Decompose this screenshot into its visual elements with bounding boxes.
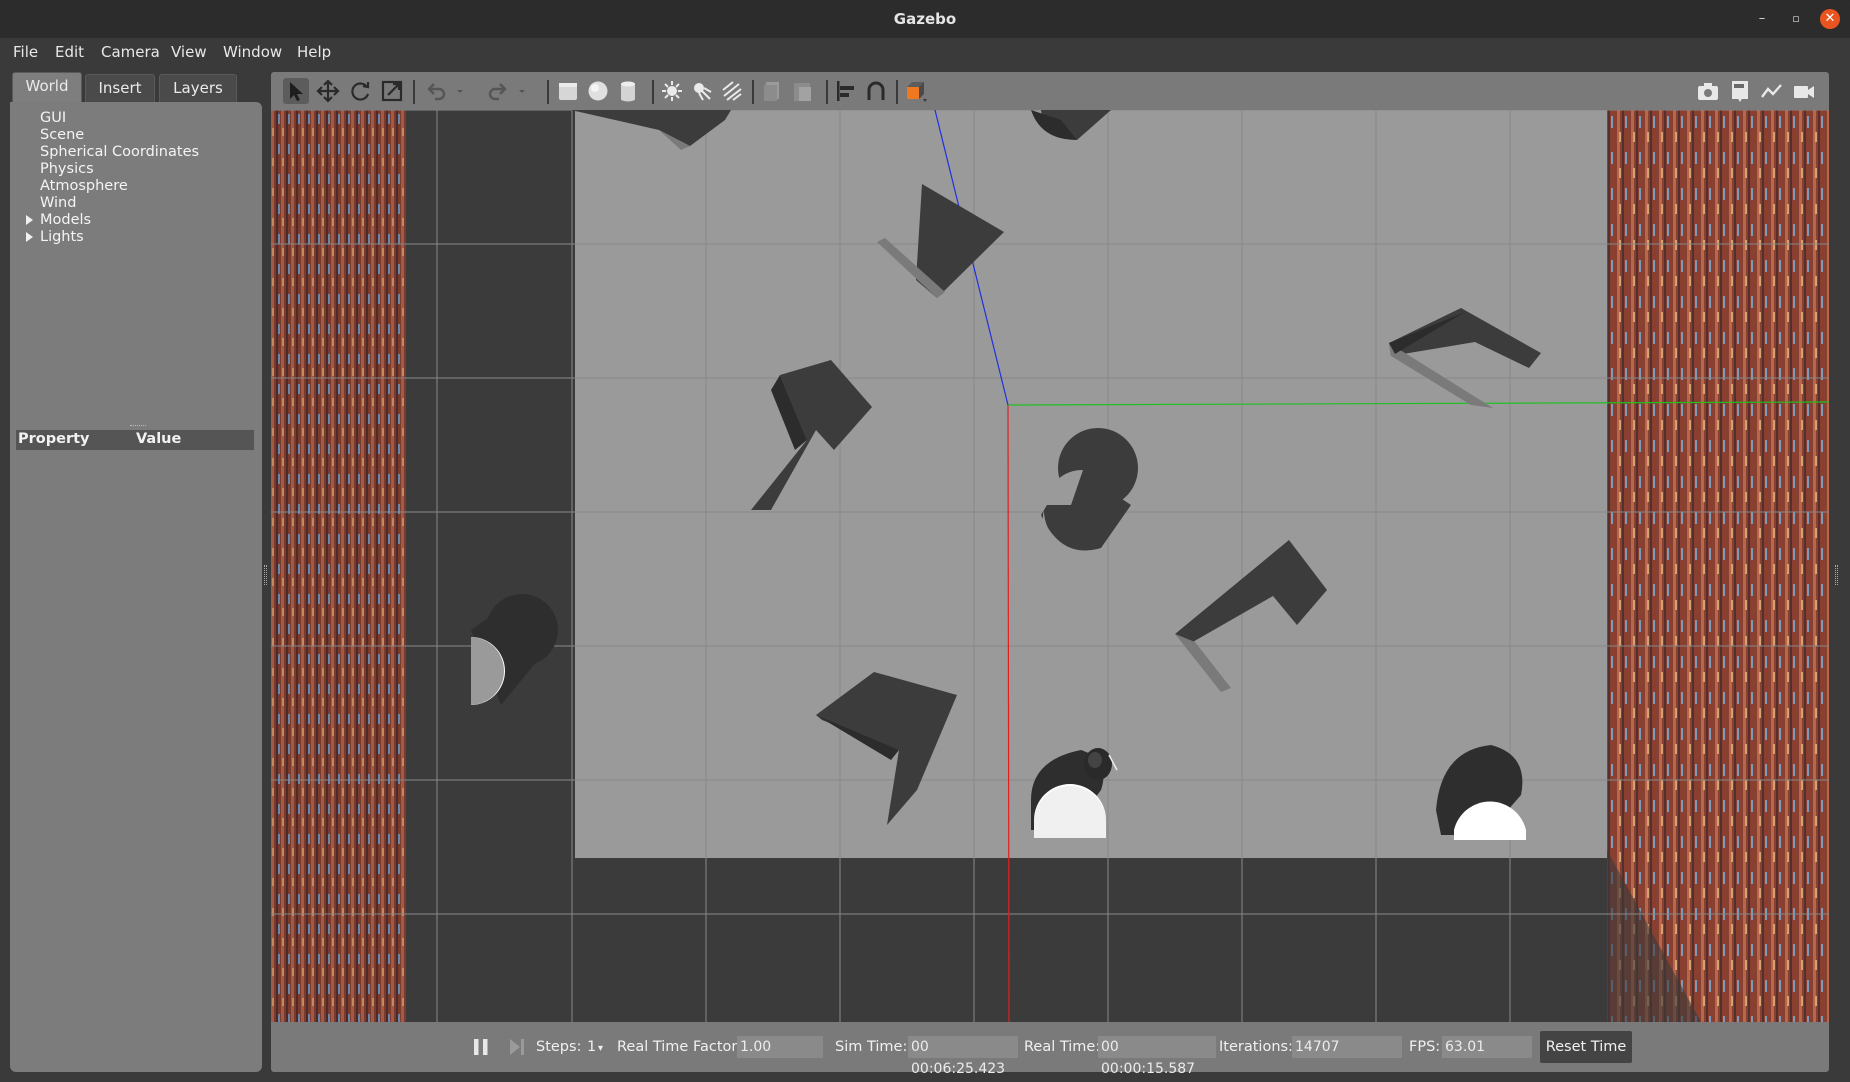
toolbar-separator	[547, 80, 549, 104]
world-tree: GUI Scene Spherical Coordinates Physics …	[10, 102, 262, 1072]
translate-icon[interactable]	[315, 78, 341, 104]
tab-layers[interactable]: Layers	[159, 74, 237, 102]
maximize-button[interactable]: ▫	[1786, 9, 1806, 29]
toolbar-separator	[413, 80, 415, 104]
spot-light-icon[interactable]	[689, 78, 715, 104]
undo-history-dropdown-icon[interactable]	[447, 78, 463, 104]
rtf-label: Real Time Factor:	[617, 1039, 742, 1055]
directional-light-icon[interactable]	[719, 78, 745, 104]
menu-bar: File Edit Camera View Window Help	[0, 38, 1850, 66]
property-table-header: Property Value	[16, 430, 254, 450]
point-light-icon[interactable]	[659, 78, 685, 104]
fps-value: 63.01	[1442, 1036, 1532, 1058]
log-icon[interactable]	[1727, 78, 1753, 104]
record-icon[interactable]	[1791, 78, 1817, 104]
step-icon[interactable]	[509, 1038, 525, 1056]
paste-icon[interactable]	[789, 78, 815, 104]
steps-label: Steps:	[536, 1039, 582, 1055]
close-button[interactable]: ✕	[1820, 9, 1840, 29]
tree-item-scene[interactable]: Scene	[40, 127, 84, 143]
real-time-label: Real Time:	[1024, 1039, 1101, 1055]
tree-item-gui[interactable]: GUI	[40, 110, 66, 126]
right-wall	[1607, 110, 1829, 1022]
right-panel-resize-grip[interactable]	[1835, 565, 1838, 585]
window-title: Gazebo	[893, 10, 957, 28]
scale-icon[interactable]	[379, 78, 405, 104]
rtf-value: 1.00	[737, 1036, 823, 1058]
plot-icon[interactable]	[1759, 78, 1785, 104]
panel-splitter-handle[interactable]	[130, 425, 146, 428]
menu-file[interactable]: File	[13, 43, 38, 61]
undo-icon[interactable]	[423, 78, 449, 104]
menu-help[interactable]: Help	[297, 43, 331, 61]
left-panel-resize-grip[interactable]	[264, 565, 267, 585]
menu-camera[interactable]: Camera	[101, 43, 160, 61]
menu-edit[interactable]: Edit	[55, 43, 84, 61]
tab-world[interactable]: World	[12, 72, 82, 102]
select-icon[interactable]	[283, 78, 309, 104]
fps-label: FPS:	[1409, 1039, 1441, 1055]
tree-item-physics[interactable]: Physics	[40, 161, 94, 177]
box-icon[interactable]	[555, 78, 581, 104]
simulation-status-bar: Steps: 1 ▾ Real Time Factor: 1.00 Sim Ti…	[271, 1022, 1829, 1077]
left-wall	[271, 110, 406, 1022]
redo-icon[interactable]	[485, 78, 511, 104]
scene-render	[271, 110, 1829, 1022]
cylinder-icon[interactable]	[615, 78, 641, 104]
property-column-header: Property	[18, 431, 90, 447]
copy-icon[interactable]	[759, 78, 785, 104]
align-icon[interactable]	[833, 78, 859, 104]
iterations-value: 14707	[1292, 1036, 1402, 1058]
snap-icon[interactable]	[863, 78, 889, 104]
tree-item-atmosphere[interactable]: Atmosphere	[40, 178, 128, 194]
steps-value[interactable]: 1	[587, 1039, 596, 1055]
menu-view[interactable]: View	[171, 43, 207, 61]
tree-item-lights[interactable]: Lights	[40, 229, 84, 245]
toolbar-separator	[752, 80, 754, 104]
toolbar	[271, 72, 1829, 110]
toolbar-separator	[896, 80, 898, 104]
expand-models-icon[interactable]	[26, 215, 33, 225]
value-column-header: Value	[136, 431, 182, 447]
sphere-icon[interactable]	[585, 78, 611, 104]
left-panel: World Insert Layers GUI Scene Spherical …	[10, 72, 262, 1072]
real-time-value: 00 00:00:15.587	[1098, 1036, 1216, 1077]
menu-window[interactable]: Window	[223, 43, 282, 61]
pause-icon[interactable]	[473, 1038, 489, 1056]
tree-item-spherical-coordinates[interactable]: Spherical Coordinates	[40, 144, 199, 160]
redo-history-dropdown-icon[interactable]	[509, 78, 525, 104]
steps-dropdown-icon[interactable]: ▾	[598, 1043, 603, 1054]
sim-time-value: 00 00:06:25.423	[908, 1036, 1018, 1077]
scene-viewport[interactable]	[271, 110, 1829, 1022]
tab-insert[interactable]: Insert	[85, 74, 155, 102]
reset-time-button[interactable]: Reset Time	[1540, 1031, 1632, 1063]
tree-item-models[interactable]: Models	[40, 212, 91, 228]
sim-time-label: Sim Time:	[835, 1039, 908, 1055]
expand-lights-icon[interactable]	[26, 232, 33, 242]
minimize-button[interactable]: –	[1752, 9, 1772, 29]
iterations-label: Iterations:	[1219, 1039, 1293, 1055]
gazebo-window: Gazebo – ▫ ✕ File Edit Camera View Windo…	[0, 0, 1850, 1082]
screenshot-icon[interactable]	[1695, 78, 1721, 104]
toolbar-separator	[652, 80, 654, 104]
toolbar-separator	[826, 80, 828, 104]
view-angle-icon[interactable]	[903, 78, 929, 104]
rotate-icon[interactable]	[347, 78, 373, 104]
tree-item-wind[interactable]: Wind	[40, 195, 76, 211]
title-bar: Gazebo – ▫ ✕	[0, 0, 1850, 38]
